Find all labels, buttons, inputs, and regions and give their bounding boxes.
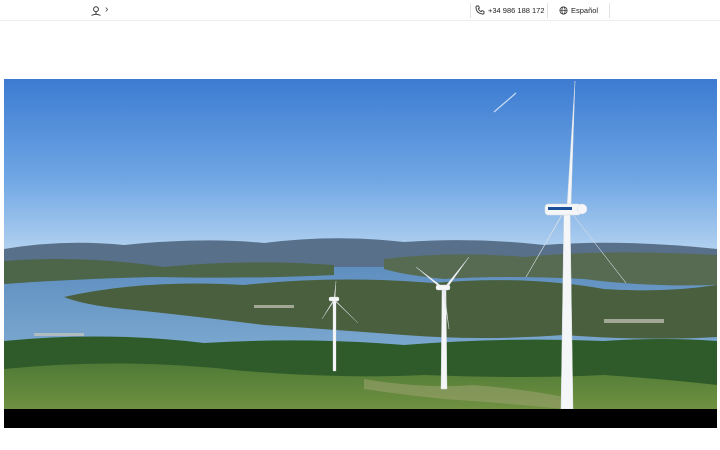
divider xyxy=(470,3,471,18)
divider xyxy=(609,3,610,18)
language-selector[interactable]: Español xyxy=(559,4,598,17)
top-bar: › +34 986 188 172 Español xyxy=(0,0,720,21)
hero-image xyxy=(4,79,717,428)
divider xyxy=(547,3,548,18)
hero-letterbox xyxy=(4,409,717,428)
globe-icon xyxy=(559,2,568,20)
language-label: Español xyxy=(571,6,599,15)
breadcrumb-separator: › xyxy=(105,4,109,15)
home-pin-icon[interactable] xyxy=(90,4,102,16)
phone-icon xyxy=(475,2,485,20)
phone-link[interactable]: +34 986 188 172 xyxy=(475,4,545,17)
phone-number: +34 986 188 172 xyxy=(488,6,545,15)
